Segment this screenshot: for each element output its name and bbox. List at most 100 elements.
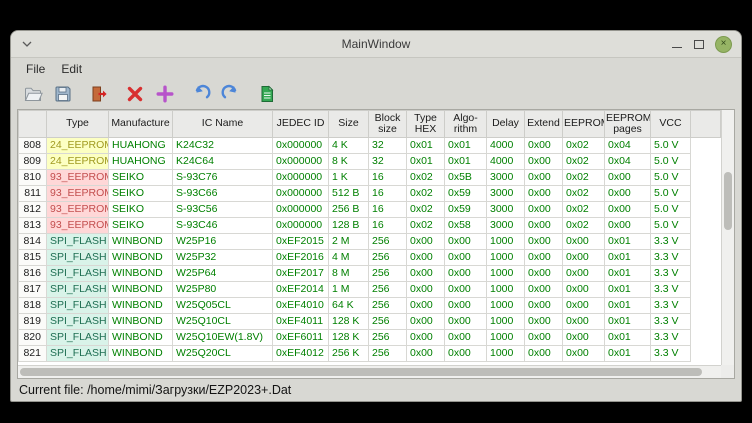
cell[interactable]: SPI_FLASH (47, 330, 109, 346)
add-button[interactable] (152, 81, 177, 107)
cell[interactable]: 0x00 (525, 266, 563, 282)
cell[interactable]: 0xEF2016 (273, 250, 329, 266)
cell[interactable]: S-93C56 (173, 202, 273, 218)
cell[interactable]: 0x02 (407, 170, 445, 186)
cell[interactable]: 5.0 V (651, 138, 691, 154)
vertical-scrollbar[interactable] (721, 110, 734, 365)
cell[interactable]: 0x00 (525, 250, 563, 266)
cell[interactable]: 1000 (487, 330, 525, 346)
cell[interactable]: 0x00 (407, 298, 445, 314)
cell[interactable]: 5.0 V (651, 170, 691, 186)
cell[interactable]: 3.3 V (651, 330, 691, 346)
cell[interactable]: 32 (369, 138, 407, 154)
column-header[interactable]: Block size (369, 111, 407, 138)
cell[interactable]: 0x02 (407, 186, 445, 202)
cell[interactable]: 3.3 V (651, 346, 691, 362)
cell[interactable]: 0x00 (563, 346, 605, 362)
cell[interactable]: K24C64 (173, 154, 273, 170)
cell[interactable]: 256 (369, 266, 407, 282)
column-header[interactable]: Delay (487, 111, 525, 138)
cell[interactable]: 0x02 (407, 202, 445, 218)
cell[interactable]: 0x00 (445, 250, 487, 266)
cell[interactable]: 0x00 (605, 218, 651, 234)
cell[interactable]: 0xEF2017 (273, 266, 329, 282)
table-row[interactable]: 81393_EEPROMSEIKOS-93C460x000000128 B160… (19, 218, 721, 234)
cell[interactable]: 0x04 (605, 154, 651, 170)
cell[interactable]: 0x02 (563, 154, 605, 170)
column-header[interactable]: Type HEX (407, 111, 445, 138)
cell[interactable]: HUAHONG (109, 154, 173, 170)
cell[interactable]: 0x00 (525, 330, 563, 346)
cell[interactable]: 128 B (329, 218, 369, 234)
cell[interactable]: 3000 (487, 218, 525, 234)
cell[interactable]: 0x00 (563, 298, 605, 314)
cell[interactable]: 0x01 (605, 250, 651, 266)
cell[interactable]: 256 (369, 346, 407, 362)
export-button[interactable] (254, 81, 279, 107)
column-header[interactable]: Extend (525, 111, 563, 138)
cell[interactable]: SEIKO (109, 202, 173, 218)
cell[interactable]: 0x00 (407, 250, 445, 266)
cell[interactable]: 1000 (487, 298, 525, 314)
cell[interactable]: 93_EEPROM (47, 170, 109, 186)
cell[interactable]: 93_EEPROM (47, 202, 109, 218)
cell[interactable]: 0x00 (525, 186, 563, 202)
cell[interactable]: W25Q10EW(1.8V) (173, 330, 273, 346)
cell[interactable]: 0x000000 (273, 202, 329, 218)
column-header[interactable]: JEDEC ID (273, 111, 329, 138)
row-number[interactable]: 811 (19, 186, 47, 202)
cell[interactable]: WINBOND (109, 250, 173, 266)
cell[interactable]: 1000 (487, 346, 525, 362)
cell[interactable]: 256 (369, 330, 407, 346)
cell[interactable]: WINBOND (109, 298, 173, 314)
cell[interactable]: 0x00 (525, 298, 563, 314)
cell[interactable]: SEIKO (109, 186, 173, 202)
cell[interactable]: W25P32 (173, 250, 273, 266)
cell[interactable]: 0x01 (605, 266, 651, 282)
cell[interactable]: 0x02 (563, 138, 605, 154)
row-number[interactable]: 814 (19, 234, 47, 250)
cell[interactable]: 0x00 (563, 234, 605, 250)
cell[interactable]: 0xEF4012 (273, 346, 329, 362)
cell[interactable]: SPI_FLASH (47, 250, 109, 266)
cell[interactable]: 0x02 (563, 186, 605, 202)
cell[interactable]: 0x00 (563, 330, 605, 346)
cell[interactable]: 256 (369, 298, 407, 314)
column-header[interactable]: Algo- rithm (445, 111, 487, 138)
cell[interactable]: 0x01 (605, 330, 651, 346)
cell[interactable]: 256 (369, 282, 407, 298)
cell[interactable]: 0xEF4011 (273, 314, 329, 330)
row-number[interactable]: 813 (19, 218, 47, 234)
cell[interactable]: 0x00 (563, 282, 605, 298)
cell[interactable]: 0x01 (407, 154, 445, 170)
row-number[interactable]: 820 (19, 330, 47, 346)
cell[interactable]: 0x02 (563, 202, 605, 218)
cell[interactable]: 0x00 (445, 266, 487, 282)
cell[interactable]: 0x58 (445, 218, 487, 234)
table-row[interactable]: 819SPI_FLASHWINBONDW25Q10CL0xEF4011128 K… (19, 314, 721, 330)
row-number[interactable]: 818 (19, 298, 47, 314)
cell[interactable]: 3.3 V (651, 314, 691, 330)
cell[interactable]: 1 K (329, 170, 369, 186)
cell[interactable]: W25P64 (173, 266, 273, 282)
save-button[interactable] (50, 81, 75, 107)
cell[interactable]: 0x01 (605, 346, 651, 362)
cell[interactable]: 0x00 (605, 170, 651, 186)
cell[interactable]: 1000 (487, 282, 525, 298)
cell[interactable]: WINBOND (109, 282, 173, 298)
undo-button[interactable] (188, 81, 213, 107)
cell[interactable]: 512 B (329, 186, 369, 202)
cell[interactable]: 16 (369, 202, 407, 218)
cell[interactable]: 1 M (329, 282, 369, 298)
cell[interactable]: 93_EEPROM (47, 186, 109, 202)
table-row[interactable]: 81193_EEPROMSEIKOS-93C660x000000512 B160… (19, 186, 721, 202)
table-row[interactable]: 81293_EEPROMSEIKOS-93C560x000000256 B160… (19, 202, 721, 218)
cell[interactable]: 256 (369, 234, 407, 250)
row-number[interactable]: 821 (19, 346, 47, 362)
cell[interactable]: 0x000000 (273, 154, 329, 170)
cell[interactable]: 0x00 (605, 186, 651, 202)
cell[interactable]: SPI_FLASH (47, 266, 109, 282)
cell[interactable]: 256 K (329, 346, 369, 362)
cell[interactable]: 0x00 (525, 234, 563, 250)
cell[interactable]: 0x01 (605, 298, 651, 314)
